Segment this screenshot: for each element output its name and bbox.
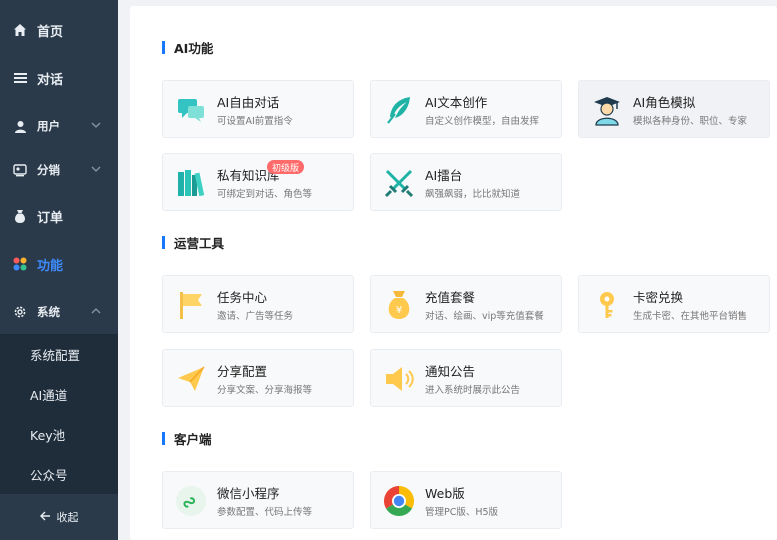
card-subtitle: 可设置AI前置指令 — [217, 116, 293, 127]
features-panel: AI功能 AI自由对话 可设置AI前置指令 AI文本创作 自定义创作模型，自由发… — [130, 6, 777, 540]
section-title-clients: 客户端 — [162, 430, 212, 447]
card-subtitle: 飙强飙弱，比比就知道 — [425, 189, 521, 200]
user-icon — [12, 118, 28, 134]
sidebar-item-label: 分销 — [37, 163, 60, 177]
card-title: Web版 — [425, 486, 465, 501]
chrome-icon — [383, 486, 415, 517]
card-subtitle: 自定义创作模型，自由发挥 — [425, 116, 540, 127]
sidebar-item-label: 用户 — [37, 119, 60, 133]
sidebar-item-label: 对话 — [37, 72, 64, 88]
sidebar-item-distribution[interactable]: 分销 — [0, 150, 118, 190]
sidebar-item-label: 订单 — [37, 210, 64, 226]
sidebar-item-label: 系统 — [37, 305, 60, 319]
card-title: 充值套餐 — [425, 290, 476, 305]
submenu-item-official-account[interactable]: 公众号 — [0, 454, 118, 494]
section-marker — [162, 235, 165, 249]
submenu-item-system-config[interactable]: 系统配置 — [0, 334, 118, 374]
books-icon — [178, 170, 205, 197]
section-title-text: 运营工具 — [174, 235, 225, 251]
collapse-label: 收起 — [56, 511, 79, 524]
section-marker — [162, 40, 165, 54]
home-icon — [12, 22, 28, 38]
card-ai-text-creation[interactable]: AI文本创作 自定义创作模型，自由发挥 — [370, 80, 562, 138]
card-recharge-packages[interactable]: ¥ 充值套餐 对话、绘画、vip等充值套餐 — [370, 275, 562, 333]
chevron-up-icon — [91, 308, 101, 314]
card-subtitle: 对话、绘画、vip等充值套餐 — [425, 311, 544, 322]
card-card-code-redeem[interactable]: 卡密兑换 生成卡密、在其他平台销售 — [578, 275, 770, 333]
section-title-text: AI功能 — [174, 40, 214, 56]
gear-icon — [12, 304, 28, 320]
speaker-icon — [386, 367, 414, 391]
money-bag-icon: ¥ — [388, 291, 410, 319]
flag-icon — [180, 292, 202, 319]
card-share-config[interactable]: 分享配置 分享文案、分享海报等 — [162, 349, 354, 407]
card-subtitle: 进入系统时展示此公告 — [425, 385, 521, 396]
chevron-down-icon — [91, 122, 101, 128]
card-task-center[interactable]: 任务中心 邀请、广告等任务 — [162, 275, 354, 333]
sidebar-item-features[interactable]: 功能 — [0, 244, 118, 284]
sidebar-item-label: 功能 — [37, 258, 64, 274]
card-subtitle: 模拟各种身份、职位、专家 — [633, 116, 748, 127]
sidebar: 首页 对话 用户 分销 订单 功能 系统 系统配置 AI通道 Key池 公众号 … — [0, 0, 118, 540]
card-private-knowledge-base[interactable]: 私有知识库 初级版 可绑定到对话、角色等 — [162, 153, 354, 211]
card-notice-announcement[interactable]: 通知公告 进入系统时展示此公告 — [370, 349, 562, 407]
card-subtitle: 邀请、广告等任务 — [217, 311, 294, 322]
money-bag-icon — [12, 208, 28, 224]
section-marker — [162, 431, 165, 445]
card-subtitle: 参数配置、代码上传等 — [217, 507, 313, 518]
system-submenu: 系统配置 AI通道 Key池 公众号 — [0, 334, 118, 494]
collapse-button[interactable]: 收起 — [0, 494, 118, 540]
sidebar-item-orders[interactable]: 订单 — [0, 196, 118, 236]
section-title-text: 客户端 — [174, 431, 212, 447]
apps-icon — [12, 256, 28, 272]
card-ai-arena[interactable]: AI擂台 飙强飙弱，比比就知道 — [370, 153, 562, 211]
card-title: AI自由对话 — [217, 95, 280, 110]
card-subtitle: 可绑定到对话、角色等 — [217, 189, 313, 200]
card-title: 分享配置 — [217, 364, 268, 379]
graduate-icon — [594, 97, 620, 126]
arrow-left-icon — [39, 510, 51, 524]
card-wechat-mini-program[interactable]: 微信小程序 参数配置、代码上传等 — [162, 471, 354, 529]
share-icon — [12, 162, 28, 178]
card-title: AI角色模拟 — [633, 95, 696, 110]
sidebar-item-label: 首页 — [37, 24, 64, 40]
section-title-operations: 运营工具 — [162, 234, 225, 251]
card-title: 微信小程序 — [217, 486, 280, 501]
paper-plane-icon — [178, 366, 205, 391]
card-subtitle: 分享文案、分享海报等 — [217, 385, 313, 396]
card-title: 通知公告 — [425, 364, 476, 379]
card-title: AI擂台 — [425, 168, 463, 183]
sidebar-item-chat[interactable]: 对话 — [0, 58, 118, 98]
card-title: 卡密兑换 — [633, 290, 684, 305]
sidebar-item-users[interactable]: 用户 — [0, 106, 118, 146]
crossed-swords-icon — [384, 169, 414, 198]
feather-icon — [387, 97, 410, 124]
card-subtitle: 管理PC版、H5版 — [425, 507, 499, 518]
card-web-version[interactable]: Web版 管理PC版、H5版 — [370, 471, 562, 529]
svg-text:¥: ¥ — [396, 305, 402, 316]
submenu-item-key-pool[interactable]: Key池 — [0, 414, 118, 454]
section-title-ai: AI功能 — [162, 39, 214, 56]
sidebar-item-home[interactable]: 首页 — [0, 10, 118, 50]
list-icon — [12, 70, 28, 86]
submenu-item-ai-channel[interactable]: AI通道 — [0, 374, 118, 414]
sidebar-item-system[interactable]: 系统 — [0, 292, 118, 332]
card-subtitle: 生成卡密、在其他平台销售 — [633, 311, 748, 322]
edition-badge: 初级版 — [267, 160, 305, 174]
mini-program-icon — [176, 486, 206, 516]
chat-bubbles-icon — [178, 99, 204, 122]
card-title: AI文本创作 — [425, 95, 488, 110]
chevron-down-icon — [91, 166, 101, 172]
card-title: 任务中心 — [217, 290, 268, 305]
key-icon — [600, 292, 614, 318]
card-ai-role-play[interactable]: AI角色模拟 模拟各种身份、职位、专家 — [578, 80, 770, 138]
card-ai-free-chat[interactable]: AI自由对话 可设置AI前置指令 — [162, 80, 354, 138]
